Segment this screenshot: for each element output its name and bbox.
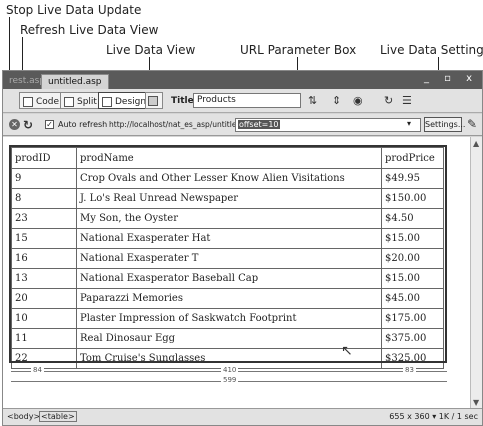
cell-prodid: 23 [11, 208, 77, 229]
tag-selector-table[interactable]: <table> [39, 411, 77, 422]
cell-prodid: 22 [11, 348, 77, 369]
ruler-total-width: 599 [221, 376, 239, 384]
live-data-view-icon [148, 95, 158, 106]
table-row[interactable]: 20 Paparazzi Memories $45.00 [11, 288, 444, 309]
cell-prodprice: $175.00 [381, 308, 444, 329]
window-controls[interactable]: _ ▫ x [424, 73, 478, 84]
cell-prodid: 11 [11, 328, 77, 349]
cell-prodname: My Son, the Oyster [76, 208, 382, 229]
table-row[interactable]: 10 Plaster Impression of Saskwatch Footpr… [11, 308, 444, 329]
cell-prodid: 20 [11, 288, 77, 309]
cell-prodprice: $375.00 [381, 328, 444, 349]
table-row[interactable]: 13 National Exasperator Baseball Cap $15.0… [11, 268, 444, 289]
table-row[interactable]: 8 J. Lo's Real Unread Newspaper $150.00 [11, 188, 444, 209]
live-data-view-button[interactable] [145, 92, 163, 109]
table-row[interactable]: 9 Crop Ovals and Other Lesser Know Alien … [11, 168, 444, 189]
table-row[interactable]: 15 National Exasperater Hat $15.00 [11, 228, 444, 249]
stop-live-data-button[interactable]: ✕ [9, 119, 20, 130]
code-view-button[interactable]: Code [19, 92, 64, 109]
cell-prodid: 15 [11, 228, 77, 249]
cell-prodprice: $49.95 [381, 168, 444, 189]
design-icon [102, 96, 112, 107]
url-dropdown-icon[interactable]: ▾ [407, 119, 411, 128]
cell-prodid: 10 [11, 308, 77, 329]
ruler-col1-width: 84 [31, 366, 44, 374]
header-prodprice: prodPrice [381, 147, 444, 169]
callout-refresh-live-data-view: Refresh Live Data View [20, 23, 159, 37]
edit-icon[interactable]: ✎ [467, 117, 477, 131]
split-icon [64, 96, 74, 107]
mouse-cursor-icon: ↖ [341, 343, 353, 359]
callout-live-data-settings: Live Data Settings [380, 43, 483, 57]
ruler-col2-width: 410 [221, 366, 239, 374]
cell-prodname: National Exasperater Hat [76, 228, 382, 249]
vertical-scrollbar[interactable]: ▲ ▼ [470, 137, 482, 409]
document-tab-bar: rest.asp untitled.asp _ ▫ x [3, 71, 482, 89]
table-row[interactable]: 16 National Exasperater T $20.00 [11, 248, 444, 269]
table-row[interactable]: 23 My Son, the Oyster $4.50 [11, 208, 444, 229]
cell-prodid: 8 [11, 188, 77, 209]
cell-prodname: Paparazzi Memories [76, 288, 382, 309]
tag-selector-body[interactable]: <body> [7, 412, 40, 421]
file-management-icon[interactable]: ⇅ [308, 94, 317, 107]
cell-prodid: 16 [11, 248, 77, 269]
cell-prodname: Crop Ovals and Other Lesser Know Alien V… [76, 168, 382, 189]
table-header-row: prodID prodName prodPrice [11, 147, 444, 169]
split-label: Split [77, 96, 97, 107]
cell-prodname: Real Dinosaur Egg [76, 328, 382, 349]
cell-prodprice: $45.00 [381, 288, 444, 309]
url-parameter-selection: offset=10 [238, 120, 280, 129]
auto-refresh-label: Auto refresh [58, 120, 108, 129]
design-canvas[interactable]: prodID prodName prodPrice 9 Crop Ovals an… [3, 137, 471, 409]
cell-prodname: National Exasperater T [76, 248, 382, 269]
split-view-button[interactable]: Split [60, 92, 101, 109]
cell-prodprice: $15.00 [381, 228, 444, 249]
cell-prodname: Plaster Impression of Saskwatch Footprin… [76, 308, 382, 329]
cell-prodname: J. Lo's Real Unread Newspaper [76, 188, 382, 209]
cell-prodprice: $15.00 [381, 268, 444, 289]
tab-rest-asp[interactable]: rest.asp [3, 74, 45, 89]
cell-prodname: National Exasperator Baseball Cap [76, 268, 382, 289]
design-label: Design [115, 96, 147, 107]
window-size-info[interactable]: 655 x 360 ▾ 1K / 1 sec [389, 412, 478, 421]
view-options-icon[interactable]: ☰ [402, 94, 412, 107]
code-label: Code [36, 96, 60, 107]
preview-icon[interactable]: ⇕ [332, 94, 341, 107]
refresh-live-data-button[interactable]: ↻ [23, 118, 33, 132]
live-data-toolbar: ✕ ↻ ✓ Auto refresh http://localhost/nat_… [3, 114, 482, 136]
cell-prodid: 13 [11, 268, 77, 289]
cell-prodprice: $150.00 [381, 188, 444, 209]
cell-prodprice: $4.50 [381, 208, 444, 229]
debug-icon[interactable]: ◉ [353, 94, 363, 107]
title-input[interactable]: Products [193, 93, 301, 108]
refresh-design-icon[interactable]: ↻ [384, 94, 393, 107]
live-data-settings-button[interactable]: Settings... [424, 117, 465, 132]
header-prodid: prodID [11, 147, 77, 169]
tab-untitled-asp[interactable]: untitled.asp [41, 74, 109, 89]
table-row[interactable]: 11 Real Dinosaur Egg $375.00 [11, 328, 444, 349]
code-icon [23, 96, 33, 107]
products-table[interactable]: prodID prodName prodPrice 9 Crop Ovals an… [11, 147, 444, 369]
document-toolbar: Code Split Design Title: Products ⇅ ⇕ ◉ … [3, 89, 482, 113]
status-bar: <body> <table> 655 x 360 ▾ 1K / 1 sec [3, 408, 482, 425]
header-prodname: prodName [76, 147, 382, 169]
url-parameter-input[interactable]: offset=10 [235, 118, 421, 132]
auto-refresh-checkbox[interactable]: ✓ [45, 120, 54, 129]
ruler-col3-width: 83 [403, 366, 416, 374]
design-view-button[interactable]: Design [98, 92, 151, 109]
scroll-down-icon[interactable]: ▼ [473, 398, 479, 407]
document-window: rest.asp untitled.asp _ ▫ x Code Split D… [2, 70, 483, 426]
callout-live-data-view: Live Data View [106, 43, 196, 57]
callout-stop-live-data-update: Stop Live Data Update [6, 3, 142, 17]
cell-prodid: 9 [11, 168, 77, 189]
scroll-up-icon[interactable]: ▲ [473, 139, 479, 148]
callout-url-parameter-box: URL Parameter Box [240, 43, 357, 57]
cell-prodprice: $20.00 [381, 248, 444, 269]
